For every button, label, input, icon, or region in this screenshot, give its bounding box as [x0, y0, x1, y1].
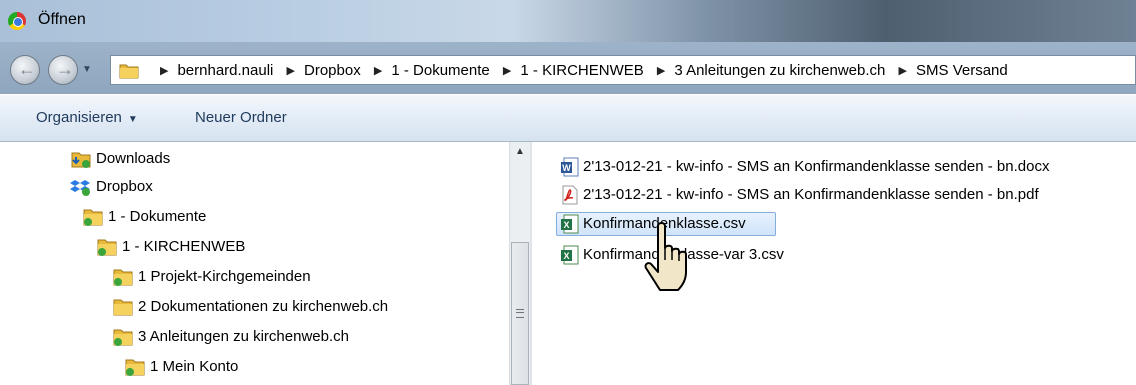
hand-cursor-icon [644, 222, 687, 291]
tree-item-label: Downloads [96, 150, 171, 167]
folder-icon [113, 299, 133, 316]
breadcrumb-separator-icon[interactable]: ▶ [374, 65, 382, 77]
navigation-scrollbar[interactable]: ▲ [509, 142, 531, 385]
grip-icon [516, 309, 524, 318]
tree-item-label: 1 Projekt-Kirchgemeinden [138, 268, 311, 285]
file-name: 2'13-012-21 - kw-info - SMS an Konfirman… [583, 186, 1039, 203]
chevron-down-icon: ▼ [127, 114, 138, 125]
navigation-pane: Downloads Dropbox 1 - Dokumente 1 - KIRC… [0, 142, 509, 385]
tree-item-label: 1 - KIRCHENWEB [122, 238, 246, 255]
scroll-up-arrow-icon[interactable]: ▲ [515, 146, 525, 157]
forward-arrow-icon: → [56, 59, 74, 79]
breadcrumb-item[interactable]: Dropbox [304, 62, 361, 79]
breadcrumb-separator-icon[interactable]: ▶ [160, 65, 168, 77]
breadcrumb-separator-icon[interactable]: ▶ [899, 65, 907, 77]
tree-item-label: 2 Dokumentationen zu kirchenweb.ch [138, 298, 389, 315]
breadcrumb-item[interactable]: 1 - Dokumente [391, 62, 489, 79]
file-list: W 2'13-012-21 - kw-info - SMS an Konfirm… [532, 142, 1136, 385]
dropbox-icon [70, 180, 90, 196]
folder-icon [125, 359, 145, 376]
downloads-folder-icon [71, 152, 91, 168]
folder-icon [83, 209, 103, 226]
breadcrumb-item[interactable]: bernhard.nauli [177, 62, 273, 79]
excel-icon: X [561, 214, 579, 234]
folder-icon [97, 239, 117, 256]
breadcrumb-item[interactable]: 3 Anleitungen zu kirchenweb.ch [674, 62, 885, 79]
address-bar[interactable]: ▶ bernhard.nauli ▶ Dropbox ▶ 1 - Dokumente … [110, 55, 1136, 85]
window-title: Öffnen [38, 11, 86, 28]
scrollbar-thumb[interactable] [511, 242, 529, 385]
breadcrumb-item[interactable]: 1 - KIRCHENWEB [520, 62, 643, 79]
forward-button[interactable]: → [48, 55, 78, 85]
word-icon: W [561, 157, 579, 177]
breadcrumb-separator-icon[interactable]: ▶ [657, 65, 665, 77]
breadcrumb: ▶ bernhard.nauli ▶ Dropbox ▶ 1 - Dokumente … [151, 62, 1008, 79]
pdf-icon [562, 185, 578, 205]
folder-icon [113, 329, 133, 346]
back-arrow-icon: ← [18, 59, 36, 79]
folder-icon [113, 269, 133, 286]
folder-icon [119, 64, 139, 79]
command-toolbar: Organisieren ▼ Neuer Ordner [0, 95, 1136, 142]
tree-item-label: Dropbox [96, 178, 153, 195]
svg-text:X: X [563, 220, 569, 230]
tree-item-label: 1 - Dokumente [108, 208, 207, 225]
title-bar: Öffnen [0, 0, 1136, 42]
breadcrumb-item[interactable]: SMS Versand [916, 62, 1008, 79]
address-row: ← → ▼ ▶ bernhard.nauli ▶ Dropbox ▶ 1 - Doku… [0, 42, 1136, 94]
recent-pages-dropdown[interactable]: ▼ [82, 64, 92, 75]
breadcrumb-separator-icon[interactable]: ▶ [287, 65, 295, 77]
tree-item-label: 1 Mein Konto [150, 358, 239, 375]
excel-icon: X [561, 245, 579, 265]
tree-item-label: 3 Anleitungen zu kirchenweb.ch [138, 328, 349, 345]
organize-label: Organisieren [36, 109, 122, 126]
svg-text:X: X [563, 251, 569, 261]
back-button[interactable]: ← [10, 55, 40, 85]
breadcrumb-separator-icon[interactable]: ▶ [503, 65, 511, 77]
svg-text:W: W [562, 163, 571, 173]
organize-button[interactable]: Organisieren ▼ [36, 109, 138, 126]
file-name: 2'13-012-21 - kw-info - SMS an Konfirman… [583, 158, 1050, 175]
chrome-icon [8, 12, 26, 30]
new-folder-button[interactable]: Neuer Ordner [195, 109, 287, 126]
